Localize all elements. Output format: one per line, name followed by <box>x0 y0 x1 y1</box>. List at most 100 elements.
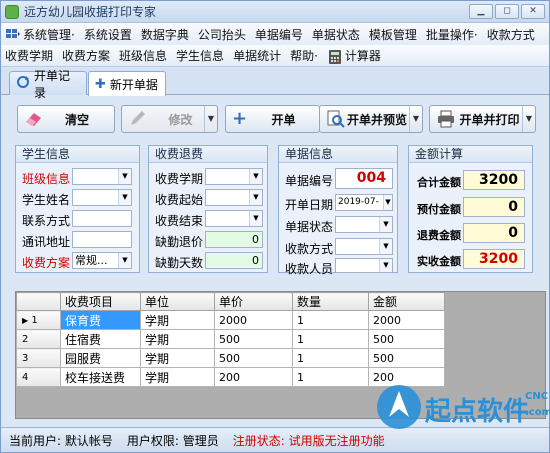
chevron-down-icon: ▼ <box>383 195 392 210</box>
cell-price[interactable]: 2000 <box>214 310 293 330</box>
cell-qty[interactable]: 1 <box>292 367 369 387</box>
menu-payment-method[interactable]: 收款方式 <box>487 26 535 43</box>
preview-dropdown-arrow[interactable]: ▼ <box>409 106 422 132</box>
menu-system-settings[interactable]: 系统设置 <box>84 26 132 43</box>
window-controls: ▁ ◻ ✕ <box>469 4 545 19</box>
menu-company-header[interactable]: 公司抬头 <box>198 26 246 43</box>
row-number: 4 <box>16 367 61 387</box>
payment-method-select[interactable]: ▼ <box>335 238 393 255</box>
actual-value: 3200 <box>463 249 525 269</box>
cell-amount[interactable]: 2000 <box>368 310 445 330</box>
clear-button[interactable]: 清空 <box>17 105 115 133</box>
col-qty[interactable]: 数量 <box>292 292 369 311</box>
student-info-group: 学生信息 班级信息 ▼ 学生姓名 ▼ 联系方式 通讯地址 收费方案 常规... … <box>15 145 140 273</box>
receipt-status-label: 单据状态 <box>285 220 334 234</box>
open-print-button[interactable]: 开单并打印 ▼ <box>429 105 536 133</box>
cell-price[interactable]: 500 <box>214 329 293 349</box>
cell-unit[interactable]: 学期 <box>140 367 215 387</box>
row-payment-method: 收款方式 ▼ <box>279 238 399 256</box>
receipt-status-select[interactable]: ▼ <box>335 216 393 233</box>
title-bar: 远方幼儿园收据打印专家 ▁ ◻ ✕ <box>1 1 549 23</box>
col-price[interactable]: 单价 <box>214 292 293 311</box>
absence-days-input[interactable]: 0 <box>205 252 263 269</box>
row-number: 2 <box>16 329 61 349</box>
address-input[interactable] <box>72 231 132 248</box>
open-preview-button[interactable]: 开单并预览 ▼ <box>319 105 423 133</box>
menu-dictionary[interactable]: 数据字典 <box>141 26 189 43</box>
print-dropdown-arrow[interactable]: ▼ <box>522 106 535 132</box>
menu-help[interactable]: 帮助· <box>290 47 318 64</box>
menu-batch[interactable]: 批量操作· <box>426 26 478 43</box>
cell-qty[interactable]: 1 <box>292 348 369 368</box>
table-row[interactable]: 2 住宿费 学期 500 1 500 <box>16 329 445 349</box>
menu-calculator[interactable]: 计算器 <box>345 47 381 64</box>
tab-receipt-records[interactable]: 开单记录 <box>9 69 87 100</box>
cell-amount[interactable]: 500 <box>368 329 445 349</box>
group-title: 学生信息 <box>16 146 139 163</box>
group-title: 金额计算 <box>409 146 532 163</box>
cell-item[interactable]: 住宿费 <box>60 329 141 349</box>
col-amount[interactable]: 金额 <box>368 292 445 311</box>
status-permission: 用户权限: 管理员 <box>126 433 219 448</box>
cell-item[interactable]: 园服费 <box>60 348 141 368</box>
minimize-button[interactable]: ▁ <box>469 4 493 19</box>
payee-select[interactable]: ▼ <box>335 258 393 273</box>
tab-new-receipt[interactable]: ✚ 新开单据 <box>88 71 166 96</box>
row-contact: 联系方式 <box>16 210 141 228</box>
cell-qty[interactable]: 1 <box>292 329 369 349</box>
chevron-down-icon: ▼ <box>118 190 131 205</box>
menu-stats[interactable]: 单据统计 <box>233 47 281 64</box>
student-name-select[interactable]: ▼ <box>72 189 132 206</box>
class-select[interactable]: ▼ <box>72 168 132 185</box>
receipt-date-picker[interactable]: 2019-07- ▼ <box>335 194 393 211</box>
menu-receipt-status[interactable]: 单据状态 <box>312 26 360 43</box>
cell-price[interactable]: 200 <box>214 367 293 387</box>
contact-input[interactable] <box>72 210 132 227</box>
col-item[interactable]: 收费项目 <box>60 292 141 311</box>
cell-amount[interactable]: 500 <box>368 348 445 368</box>
menu-receipt-number[interactable]: 单据编号 <box>255 26 303 43</box>
menu-fee-plan[interactable]: 收费方案 <box>62 47 110 64</box>
row-number: ▶ 1 <box>16 310 61 330</box>
maximize-button[interactable]: ◻ <box>495 4 519 19</box>
table-row[interactable]: ▶ 1 保育费 学期 2000 1 2000 <box>16 310 445 330</box>
fee-plan-value: 常规... <box>75 254 108 267</box>
menu-term[interactable]: 收费学期 <box>5 47 53 64</box>
menu-student-info[interactable]: 学生信息 <box>176 47 224 64</box>
calculator-icon[interactable] <box>327 49 343 64</box>
fee-plan-select[interactable]: 常规... ▼ <box>72 252 132 269</box>
absence-price-input[interactable]: 0 <box>205 231 263 248</box>
menu-system-manage[interactable]: 系统管理· <box>23 26 75 43</box>
fee-start-select[interactable]: ▼ <box>205 189 263 206</box>
refund-label: 退费金额 <box>417 229 461 242</box>
cell-item[interactable]: 保育费 <box>60 310 141 330</box>
edit-dropdown-arrow[interactable]: ▼ <box>204 106 217 132</box>
chevron-down-icon: ▼ <box>118 169 131 184</box>
prepaid-label: 预付金额 <box>417 203 461 216</box>
table-row[interactable]: 3 园服费 学期 500 1 500 <box>16 348 445 368</box>
app-logo-icon <box>5 4 19 19</box>
toolbar: 清空 修改 ▼ + 开单 开单并预览 ▼ 开单并打印 ▼ <box>9 99 543 139</box>
cell-price[interactable]: 500 <box>214 348 293 368</box>
open-receipt-button[interactable]: + 开单 <box>225 105 320 133</box>
cell-unit[interactable]: 学期 <box>140 329 215 349</box>
eraser-icon <box>24 110 44 128</box>
fee-end-select[interactable]: ▼ <box>205 210 263 227</box>
cell-item[interactable]: 校车接送费 <box>60 367 141 387</box>
grid-menu-icon[interactable] <box>5 27 21 41</box>
menu-class-info[interactable]: 班级信息 <box>119 47 167 64</box>
term-select[interactable]: ▼ <box>205 168 263 185</box>
open-print-label: 开单并打印 <box>459 112 520 127</box>
cell-unit[interactable]: 学期 <box>140 310 215 330</box>
menu-template[interactable]: 模板管理 <box>369 26 417 43</box>
open-button-label: 开单 <box>271 112 296 127</box>
watermark-sub: CNC <box>525 391 549 402</box>
receipt-no-value: 004 <box>335 168 393 189</box>
edit-button[interactable]: 修改 ▼ <box>121 105 218 133</box>
close-button[interactable]: ✕ <box>521 4 545 19</box>
chevron-down-icon: ▼ <box>379 239 392 254</box>
cell-unit[interactable]: 学期 <box>140 348 215 368</box>
col-unit[interactable]: 单位 <box>140 292 215 311</box>
cell-qty[interactable]: 1 <box>292 310 369 330</box>
prepaid-value[interactable]: 0 <box>463 197 525 217</box>
